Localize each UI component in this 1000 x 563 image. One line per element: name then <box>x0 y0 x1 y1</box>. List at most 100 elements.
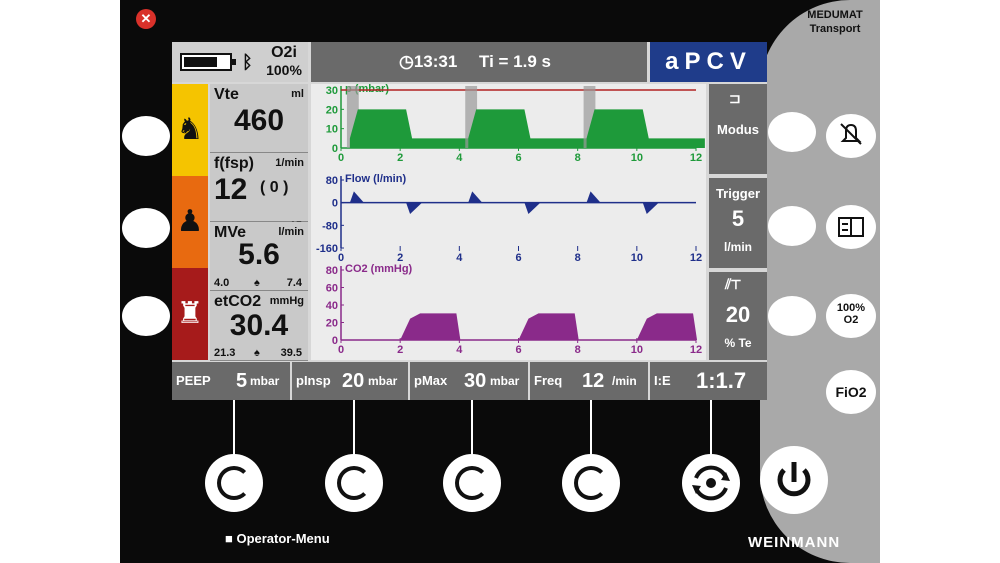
pressure-waveform <box>586 109 705 148</box>
knob-connector <box>710 400 712 458</box>
ie-label: I:E <box>654 373 671 388</box>
mve-limit-upper: 7.4 <box>286 277 302 289</box>
co2-waveform <box>518 313 579 340</box>
y-tick-label: 80 <box>326 265 338 277</box>
ie-value: 1:1.7 <box>696 368 747 393</box>
trigger-panel: Trigger 5 l/min <box>709 178 767 268</box>
etco2-reading: etCO2 mmHg 30.4 21.3 ♠ 39.5 <box>210 291 308 361</box>
power-button[interactable] <box>760 446 828 514</box>
x-tick-label: 12 <box>690 152 702 164</box>
patient-child-button[interactable] <box>122 116 170 156</box>
x-tick-label: 6 <box>515 344 521 356</box>
battery-oxygen-panel: ᛒ O2i 100% <box>172 42 308 82</box>
measured-values: Vte ml 460 f(fsp) 1/min 12 ( 0 ) ♠ 15 MV… <box>210 84 308 361</box>
oxygen-100-line2: O2 <box>843 314 859 326</box>
pinsp-setting: pInsp 20 mbar <box>292 362 408 400</box>
y-tick-label: 0 <box>332 198 338 210</box>
y-tick-label: 60 <box>326 283 338 295</box>
knob-connector <box>590 400 592 458</box>
pmax-knob[interactable] <box>443 454 501 512</box>
y-tick-label: 30 <box>326 85 338 97</box>
trigger-unit: l/min <box>723 240 752 254</box>
modus-panel: ⊐ Modus <box>709 84 767 174</box>
peep-unit: mbar <box>250 374 280 388</box>
freq-setting-label: Freq <box>534 373 563 388</box>
weinmann-logo: WEINMANN <box>748 534 841 551</box>
x-tick-label: 8 <box>575 152 581 164</box>
peep-value: 5 <box>236 370 248 392</box>
close-icon[interactable]: ✕ <box>136 9 156 29</box>
display-screen: ᛒ O2i 100% ◷13:31 Ti = 1.9 s aPCV ♞ ♟ ♜ … <box>172 42 767 400</box>
brand-line2: Transport <box>809 23 861 35</box>
flow-expiration <box>406 202 423 214</box>
x-tick-label: 4 <box>456 344 463 356</box>
rotate-icon <box>337 466 371 500</box>
fio2-button[interactable]: FiO2 <box>826 370 876 414</box>
patient-small-adult-button[interactable] <box>122 208 170 248</box>
flow-inspiration <box>349 191 364 203</box>
etco2-unit: mmHg <box>269 295 304 307</box>
rotary-arrows-icon <box>692 465 730 501</box>
chart-title: Flow (l/min) <box>345 173 406 185</box>
pinsp-value: 20 <box>342 370 365 392</box>
flow-cycle-icon: ⫽⊤ <box>725 276 741 292</box>
pressure-waveform <box>349 109 469 148</box>
alarm-mute-button[interactable] <box>826 114 876 158</box>
alarm-bell-icon: ♠ <box>254 347 260 359</box>
pmax-label: pMax <box>414 373 448 388</box>
settings-bar: PEEP 5 mbar pInsp 20 mbar pMax 30 mbar F… <box>172 362 767 400</box>
clock-icon: ◷ <box>399 52 414 71</box>
child-icon: ♞ <box>172 84 208 176</box>
pmax-unit: mbar <box>490 374 520 388</box>
x-tick-label: 4 <box>456 152 463 164</box>
modus-label: Modus <box>717 122 759 137</box>
mve-value: 5.6 <box>238 238 280 271</box>
y-tick-label: -80 <box>322 220 338 232</box>
rotate-icon <box>217 466 251 500</box>
power-icon <box>777 462 811 497</box>
rotate-icon <box>455 466 489 500</box>
mve-limits: 4.0 ♠ 7.4 <box>214 277 304 289</box>
freq-knob[interactable] <box>562 454 620 512</box>
patient-adult-button[interactable] <box>122 296 170 336</box>
trigger-button[interactable] <box>768 206 816 246</box>
pmax-setting: pMax 30 mbar <box>410 362 528 400</box>
pinsp-label: pInsp <box>296 373 331 388</box>
battery-icon <box>180 53 236 71</box>
co2-waveform <box>636 313 698 340</box>
x-tick-label: 4 <box>456 252 463 264</box>
vte-reading: Vte ml 460 <box>210 84 308 153</box>
operator-menu-label[interactable]: ■ Operator-Menu <box>225 531 330 546</box>
adult-icon: ♜ <box>172 268 208 360</box>
flow-expiration <box>642 202 659 214</box>
ie-knob[interactable] <box>682 454 740 512</box>
knob-connector <box>353 400 355 458</box>
knob-connector <box>471 400 473 458</box>
flow-expiration <box>524 202 541 214</box>
vte-unit: ml <box>291 88 304 100</box>
small-adult-icon: ♟ <box>172 176 208 268</box>
oxygen-100-button[interactable]: 100% O2 <box>826 294 876 338</box>
mve-limit-lower: 4.0 <box>214 277 230 289</box>
pinsp-knob[interactable] <box>325 454 383 512</box>
peep-knob[interactable] <box>205 454 263 512</box>
freq-unit: 1/min <box>275 157 304 169</box>
freq-setting-unit: /min <box>612 374 637 388</box>
square-icon: ■ <box>225 531 237 546</box>
etco2-value: 30.4 <box>229 309 289 342</box>
te-button[interactable] <box>768 296 816 336</box>
freq-name: f(fsp) <box>214 155 254 172</box>
freq-spont-value: ( 0 ) <box>260 179 289 196</box>
waveform-area: p (mbar) 0 10 20 30 0 2 4 6 8 10 12 Flow (l/min) 80 0-… <box>311 83 706 360</box>
clock-readout: ◷13:31 <box>399 42 457 82</box>
chart-title: CO2 (mmHg) <box>345 263 413 275</box>
y-tick-label: 20 <box>326 318 338 330</box>
menu-button[interactable] <box>826 205 876 249</box>
etco2-limit-lower: 21.3 <box>214 347 236 359</box>
modus-button[interactable] <box>768 112 816 152</box>
ie-setting: I:E 1:1.7 <box>650 362 767 400</box>
x-tick-label: 0 <box>338 252 344 264</box>
brand-label: MEDUMAT Transport <box>790 8 880 36</box>
x-tick-label: 6 <box>515 152 521 164</box>
x-tick-label: 8 <box>575 344 581 356</box>
